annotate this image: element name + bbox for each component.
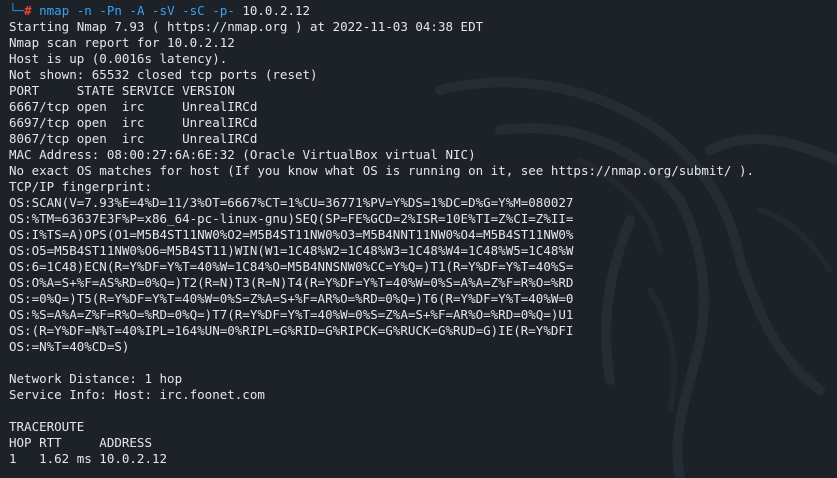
output-line: OS:6=1C48)ECN(R=Y%DF=Y%T=40%W=1C84%O=M5B… xyxy=(9,259,574,274)
output-line: OS:%TM=63637E3F%P=x86_64-pc-linux-gnu)SE… xyxy=(9,211,574,226)
output-line: Network Distance: 1 hop xyxy=(9,371,183,386)
output-line: Nmap scan report for 10.0.2.12 xyxy=(9,35,235,50)
command-name: nmap xyxy=(39,3,70,18)
output-line: MAC Address: 08:00:27:6A:6E:32 (Oracle V… xyxy=(9,147,476,162)
output-line: OS:O5=M5B4ST11NW0%O6=M5B4ST11)WIN(W1=1C4… xyxy=(9,243,574,258)
output-line: PORT STATE SERVICE VERSION xyxy=(9,83,235,98)
output-line: Not shown: 65532 closed tcp ports (reset… xyxy=(9,67,318,82)
command-options: -n -Pn -A -sV -sC -p- xyxy=(76,3,235,18)
output-line: HOP RTT ADDRESS xyxy=(9,435,152,450)
output-line: OS:=0%Q=)T5(R=Y%DF=Y%T=40%W=0%S=Z%A=S+%F… xyxy=(9,291,574,306)
output-line: OS:(R=Y%DF=N%T=40%IPL=164%UN=0%RIPL=G%RI… xyxy=(9,323,574,338)
prompt-corner: └─ xyxy=(9,3,25,18)
output-line: 6697/tcp open irc UnrealIRCd xyxy=(9,115,258,130)
command-target: 10.0.2.12 xyxy=(242,3,311,18)
terminal-window[interactable]: └─# nmap -n -Pn -A -sV -sC -p- 10.0.2.12… xyxy=(0,0,837,478)
output-line: Service Info: Host: irc.foonet.com xyxy=(9,387,265,402)
output-line: OS:SCAN(V=7.93%E=4%D=11/3%OT=6667%CT=1%C… xyxy=(9,195,574,210)
output-line: 8067/tcp open irc UnrealIRCd xyxy=(9,131,258,146)
output-line: No exact OS matches for host (If you kno… xyxy=(9,163,755,178)
output-line: OS:I%TS=A)OPS(O1=M5B4ST11NW0%O2=M5B4ST11… xyxy=(9,227,574,242)
output-line: OS:=N%T=40%CD=S) xyxy=(9,339,130,354)
output-line: 6667/tcp open irc UnrealIRCd xyxy=(9,99,258,114)
output-line: Host is up (0.0016s latency). xyxy=(9,51,228,66)
output-line: OS:%S=A%A=Z%F=R%O=%RD=0%Q=)T7(R=Y%DF=Y%T… xyxy=(9,307,574,322)
terminal-output: └─# nmap -n -Pn -A -sV -sC -p- 10.0.2.12… xyxy=(0,0,837,467)
output-line: Starting Nmap 7.93 ( https://nmap.org ) … xyxy=(9,19,484,34)
output-line: TRACEROUTE xyxy=(9,419,85,434)
output-line: OS:O%A=S+%F=AS%RD=0%Q=)T2(R=N)T3(R=N)T4(… xyxy=(9,275,574,290)
output-line: 1 1.62 ms 10.0.2.12 xyxy=(9,451,168,466)
root-prompt-symbol: # xyxy=(24,3,32,18)
output-line: TCP/IP fingerprint: xyxy=(9,179,152,194)
command-prompt: └─# nmap -n -Pn -A -sV -sC -p- 10.0.2.12 xyxy=(9,3,837,19)
